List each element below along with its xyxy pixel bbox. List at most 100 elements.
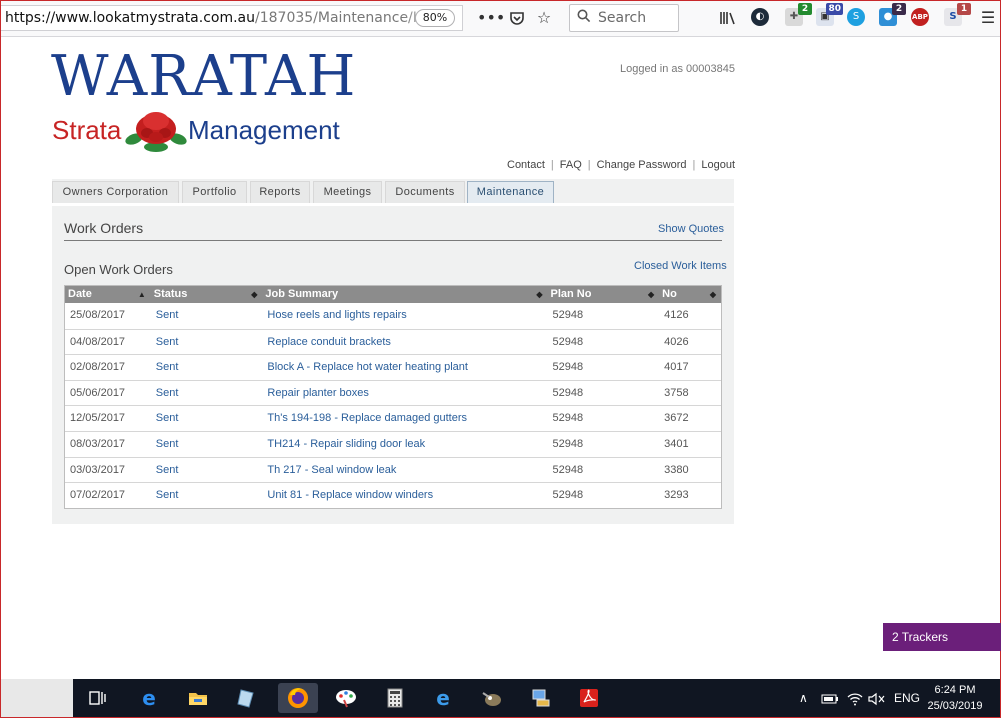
cell-status[interactable]: Sent — [151, 330, 263, 355]
closed-work-items-link[interactable]: Closed Work Items — [634, 260, 727, 272]
cell-plan-no: 52948 — [552, 437, 584, 450]
table-row: 25/08/2017 Sent Hose reels and lights re… — [65, 303, 721, 329]
cell-job-summary[interactable]: Replace conduit brackets — [262, 330, 547, 355]
browser-toolbar: https://www.lookatmystrata.com.au/187035… — [1, 1, 1000, 37]
system-clock[interactable]: 6:24 PM 25/03/2019 — [919, 682, 991, 714]
cell-status[interactable]: Sent — [151, 355, 263, 380]
address-bar[interactable]: https://www.lookatmystrata.com.au/187035… — [1, 5, 463, 31]
column-header-plan-no[interactable]: Plan No ◆ — [548, 286, 660, 303]
cell-job-summary[interactable]: Th's 194-198 - Replace damaged gutters — [262, 406, 547, 431]
cell-plan-no: 52948 — [552, 412, 584, 425]
cell-status[interactable]: Sent — [151, 303, 263, 329]
logout-link[interactable]: Logout — [701, 159, 735, 171]
counter-extension-icon[interactable]: ▣ 80 — [816, 3, 843, 26]
tab-portfolio[interactable]: Portfolio — [182, 181, 247, 203]
trackers-badge[interactable]: 2 Trackers — [883, 623, 1001, 651]
cell-date: 04/08/2017 — [70, 335, 126, 348]
bookmark-star-icon[interactable]: ☆ — [533, 7, 555, 29]
main-nav-tabs: Owners Corporation Portfolio Reports Mee… — [52, 179, 734, 203]
column-header-status[interactable]: Status ◆ — [151, 286, 263, 303]
page-actions-icon[interactable]: ••• — [477, 7, 505, 29]
tab-maintenance[interactable]: Maintenance — [467, 181, 554, 203]
contact-link[interactable]: Contact — [507, 159, 545, 171]
gimp-icon[interactable] — [477, 683, 507, 713]
firefox-icon[interactable] — [278, 683, 318, 713]
cell-date: 05/06/2017 — [70, 386, 126, 399]
cell-no: 4026 — [664, 335, 689, 348]
table-row: 03/03/2017 Sent Th 217 - Seal window lea… — [65, 456, 721, 483]
hamburger-menu-icon[interactable]: ☰ — [977, 7, 999, 29]
edge-browser-icon[interactable]: e — [134, 683, 164, 713]
adblock-plus-icon[interactable]: ABP — [911, 8, 929, 26]
library-icon[interactable] — [717, 7, 739, 29]
tab-reports[interactable]: Reports — [250, 181, 310, 203]
faq-link[interactable]: FAQ — [560, 159, 582, 171]
pocket-icon[interactable] — [506, 7, 528, 29]
cell-job-summary[interactable]: Block A - Replace hot water heating plan… — [262, 355, 547, 380]
table-row: 04/08/2017 Sent Replace conduit brackets… — [65, 328, 721, 355]
battery-icon[interactable] — [821, 679, 839, 717]
show-quotes-link[interactable]: Show Quotes — [658, 223, 724, 235]
search-input[interactable] — [598, 10, 674, 26]
table-row: 07/02/2017 Sent Unit 81 - Replace window… — [65, 482, 721, 508]
file-explorer-icon[interactable] — [183, 683, 213, 713]
taskbar-search-area[interactable] — [1, 679, 73, 717]
cell-no: 3401 — [664, 437, 689, 450]
network-computer-icon[interactable] — [526, 683, 556, 713]
acrobat-reader-icon[interactable] — [574, 683, 604, 713]
cell-job-summary[interactable]: Repair planter boxes — [262, 381, 547, 406]
cell-date: 02/08/2017 — [70, 361, 126, 374]
cell-status[interactable]: Sent — [151, 381, 263, 406]
s-extension-icon[interactable]: S1 — [944, 3, 971, 26]
wifi-icon[interactable] — [847, 679, 863, 717]
change-password-link[interactable]: Change Password — [597, 159, 687, 171]
cell-status[interactable]: Sent — [151, 432, 263, 457]
search-icon — [570, 9, 598, 27]
cell-plan-no: 52948 — [552, 361, 584, 374]
cell-date: 25/08/2017 — [70, 309, 126, 321]
page-title: Work Orders — [64, 220, 144, 236]
tab-owners-corporation[interactable]: Owners Corporation — [52, 181, 179, 203]
cell-status[interactable]: Sent — [151, 458, 263, 483]
tab-meetings[interactable]: Meetings — [313, 181, 382, 203]
cell-status[interactable]: Sent — [151, 406, 263, 431]
sort-icon: ◆ — [251, 290, 258, 299]
cell-no: 3293 — [664, 489, 689, 502]
cell-job-summary[interactable]: Th 217 - Seal window leak — [262, 458, 547, 483]
cell-status[interactable]: Sent — [151, 483, 263, 508]
notepad-icon[interactable] — [231, 683, 261, 713]
task-view-icon[interactable] — [83, 683, 113, 713]
sort-icon: ◆ — [536, 290, 543, 299]
tray-chevron-icon[interactable]: ∧ — [799, 679, 808, 717]
green-badge-extension-icon[interactable]: ✚ 2 — [785, 3, 812, 26]
cell-no: 3672 — [664, 412, 689, 425]
color-extension-icon[interactable]: ◐ — [751, 8, 769, 26]
table-row: 08/03/2017 Sent TH214 - Repair sliding d… — [65, 430, 721, 457]
table-row: 02/08/2017 Sent Block A - Replace hot wa… — [65, 354, 721, 380]
column-header-job-summary[interactable]: Job Summary ◆ — [262, 286, 547, 303]
cell-plan-no: 52948 — [552, 463, 584, 476]
chat-extension-icon[interactable]: ● 2 — [879, 3, 906, 26]
column-header-no[interactable]: No ◆ — [659, 286, 721, 303]
clock-time: 6:24 PM — [934, 684, 976, 696]
cell-job-summary[interactable]: Unit 81 - Replace window winders — [262, 483, 547, 508]
paint-icon[interactable] — [331, 683, 361, 713]
cell-no: 3380 — [664, 463, 689, 476]
table-header: Date ▲ Status ◆ Job Summary ◆ Plan No ◆ No ◆ — [65, 286, 721, 303]
tab-documents[interactable]: Documents — [385, 181, 465, 203]
language-indicator[interactable]: ENG — [894, 679, 920, 717]
sort-icon: ◆ — [709, 290, 716, 299]
sort-icon: ◆ — [648, 290, 655, 299]
cell-date: 07/02/2017 — [70, 489, 126, 502]
search-box[interactable] — [569, 4, 679, 32]
volume-muted-icon[interactable] — [868, 679, 886, 717]
cell-job-summary[interactable]: Hose reels and lights repairs — [262, 303, 547, 329]
calculator-icon[interactable] — [380, 683, 410, 713]
skype-icon[interactable]: S — [847, 8, 865, 26]
cell-job-summary[interactable]: TH214 - Repair sliding door leak — [262, 432, 547, 457]
zoom-indicator[interactable]: 80% — [415, 9, 455, 27]
column-header-date[interactable]: Date ▲ — [65, 286, 151, 303]
waratah-flower-icon — [125, 112, 187, 152]
internet-explorer-icon[interactable]: e — [428, 683, 458, 713]
logo-strata: Strata — [52, 115, 122, 145]
